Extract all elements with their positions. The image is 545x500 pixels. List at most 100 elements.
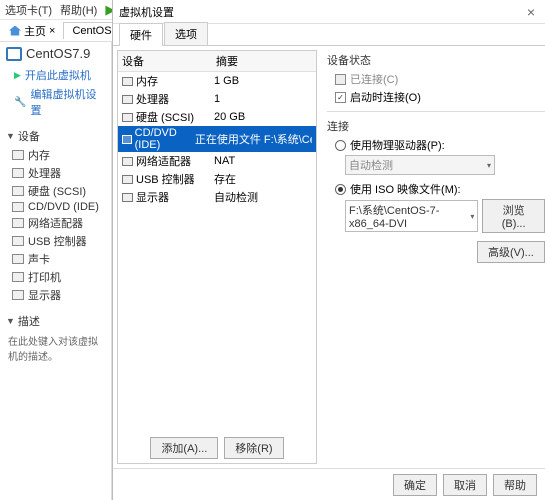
hardware-buttons: 添加(A)... 移除(R) xyxy=(118,433,316,463)
sound-icon xyxy=(12,254,24,264)
hw-row-disk[interactable]: 硬盘 (SCSI)20 GB xyxy=(118,108,316,126)
device-detail-panel: 设备状态 已连接(C) 启动时连接(O) 连接 使用物理驱动器(P): 自动检测… xyxy=(323,50,545,464)
checkbox-connected-label: 已连接(C) xyxy=(350,71,398,87)
usb-icon xyxy=(122,175,133,184)
dev-printer[interactable]: 打印机 xyxy=(12,269,105,285)
cpu-icon xyxy=(122,95,133,104)
net-icon xyxy=(12,218,24,228)
physical-drive-select: 自动检测 ▾ xyxy=(345,155,495,175)
dev-net[interactable]: 网络适配器 xyxy=(12,215,105,231)
browse-button[interactable]: 浏览(B)... xyxy=(482,199,544,233)
checkbox-icon xyxy=(335,74,346,85)
advanced-button[interactable]: 高级(V)... xyxy=(477,241,545,263)
settings-dialog: 虚拟机设置 × 硬件 选项 设备 摘要 内存1 GB 处理器1 硬盘 (SCSI… xyxy=(112,0,545,500)
wrench-icon: 🔧 xyxy=(14,97,26,108)
col-summary: 摘要 xyxy=(212,51,242,71)
tab-options[interactable]: 选项 xyxy=(164,22,208,45)
section-devices[interactable]: ▼ 设备 xyxy=(6,128,105,144)
dev-usb[interactable]: USB 控制器 xyxy=(12,233,105,249)
memory-icon xyxy=(12,150,24,160)
dialog-titlebar: 虚拟机设置 × xyxy=(113,0,545,24)
hardware-rows: 内存1 GB 处理器1 硬盘 (SCSI)20 GB CD/DVD (IDE)正… xyxy=(118,72,316,433)
link-edit-settings[interactable]: 🔧 编辑虚拟机设置 xyxy=(14,86,105,118)
dropdown-icon: ▾ xyxy=(487,161,491,170)
play-triangle-icon: ▶ xyxy=(14,70,21,81)
chevron-down-icon: ▼ xyxy=(6,131,15,141)
dialog-tabs: 硬件 选项 xyxy=(113,24,545,46)
help-button[interactable]: 帮助 xyxy=(493,474,537,496)
checkbox-connected[interactable]: 已连接(C) xyxy=(335,71,545,87)
disk-icon xyxy=(122,113,133,122)
physical-drive-value: 自动检测 xyxy=(349,157,393,173)
section-description[interactable]: ▼ 描述 xyxy=(6,313,105,329)
col-device: 设备 xyxy=(118,51,212,71)
iso-path-row: F:\系统\CentOS-7-x86_64-DVI ▾ 浏览(B)... xyxy=(345,199,545,233)
hardware-list-header: 设备 摘要 xyxy=(118,51,316,72)
tab-home-close-icon[interactable]: × xyxy=(49,25,55,37)
cpu-icon xyxy=(12,168,24,178)
dev-cpu[interactable]: 处理器 xyxy=(12,165,105,181)
dev-cd[interactable]: CD/DVD (IDE) xyxy=(12,201,105,213)
section-devices-label: 设备 xyxy=(18,128,40,144)
ok-button[interactable]: 确定 xyxy=(393,474,437,496)
radio-iso-file[interactable]: 使用 ISO 映像文件(M): xyxy=(335,181,545,197)
iso-path-select[interactable]: F:\系统\CentOS-7-x86_64-DVI ▾ xyxy=(345,200,478,232)
hw-row-cpu[interactable]: 处理器1 xyxy=(118,90,316,108)
section-description-label: 描述 xyxy=(18,313,40,329)
hw-row-net[interactable]: 网络适配器NAT xyxy=(118,152,316,170)
hardware-list: 设备 摘要 内存1 GB 处理器1 硬盘 (SCSI)20 GB CD/DVD … xyxy=(117,50,317,464)
vm-title-row: CentOS7.9 xyxy=(6,46,105,61)
dialog-body: 设备 摘要 内存1 GB 处理器1 硬盘 (SCSI)20 GB CD/DVD … xyxy=(113,46,545,468)
vm-title: CentOS7.9 xyxy=(26,46,90,61)
dev-disk[interactable]: 硬盘 (SCSI) xyxy=(12,183,105,199)
display-icon xyxy=(12,290,24,300)
cd-icon xyxy=(122,135,132,144)
cd-icon xyxy=(12,202,24,212)
divider xyxy=(327,111,545,112)
dialog-footer: 确定 取消 帮助 xyxy=(113,468,545,500)
checkbox-connect-on-power[interactable]: 启动时连接(O) xyxy=(335,89,545,105)
hw-row-cd[interactable]: CD/DVD (IDE)正在使用文件 F:\系统\CentO... xyxy=(118,126,316,152)
printer-icon xyxy=(12,272,24,282)
menu-options[interactable]: 选项卡(T) xyxy=(5,2,52,18)
chevron-down-icon: ▼ xyxy=(6,316,15,326)
close-icon[interactable]: × xyxy=(523,4,539,20)
hw-row-memory[interactable]: 内存1 GB xyxy=(118,72,316,90)
remove-button[interactable]: 移除(R) xyxy=(224,437,283,459)
description-text: 在此处键入对该虚拟机的描述。 xyxy=(8,333,105,363)
dev-memory[interactable]: 内存 xyxy=(12,147,105,163)
menu-help[interactable]: 帮助(H) xyxy=(60,2,97,18)
link-power-on[interactable]: ▶ 开启此虚拟机 xyxy=(14,67,105,83)
iso-path-value: F:\系统\CentOS-7-x86_64-DVI xyxy=(349,202,470,230)
net-icon xyxy=(122,157,133,166)
tab-home-label: 主页 xyxy=(24,23,46,39)
advanced-row: 高级(V)... xyxy=(327,241,545,263)
link-edit-settings-label: 编辑虚拟机设置 xyxy=(30,86,105,118)
hw-row-usb[interactable]: USB 控制器存在 xyxy=(118,170,316,188)
add-button[interactable]: 添加(A)... xyxy=(150,437,218,459)
usb-icon xyxy=(12,236,24,246)
vm-icon xyxy=(6,47,22,61)
radio-physical-label: 使用物理驱动器(P): xyxy=(350,137,445,153)
home-icon xyxy=(9,26,21,36)
tab-home[interactable]: 主页 × xyxy=(3,21,61,41)
group-status-title: 设备状态 xyxy=(327,52,545,68)
cancel-button[interactable]: 取消 xyxy=(443,474,487,496)
radio-iso-label: 使用 ISO 映像文件(M): xyxy=(350,181,461,197)
radio-icon xyxy=(335,140,346,151)
display-icon xyxy=(122,193,133,202)
checkbox-icon xyxy=(335,92,346,103)
link-power-on-label: 开启此虚拟机 xyxy=(25,67,91,83)
left-pane: CentOS7.9 ▶ 开启此虚拟机 🔧 编辑虚拟机设置 ▼ 设备 内存 处理器… xyxy=(0,42,112,500)
memory-icon xyxy=(122,77,133,86)
tab-hardware[interactable]: 硬件 xyxy=(119,23,163,46)
dev-display[interactable]: 显示器 xyxy=(12,287,105,303)
group-connection-title: 连接 xyxy=(327,118,545,134)
disk-icon xyxy=(12,186,24,196)
dialog-title: 虚拟机设置 xyxy=(119,4,174,20)
dev-sound[interactable]: 声卡 xyxy=(12,251,105,267)
hw-row-display[interactable]: 显示器自动检测 xyxy=(118,188,316,206)
checkbox-connect-on-power-label: 启动时连接(O) xyxy=(350,89,421,105)
radio-physical-drive[interactable]: 使用物理驱动器(P): xyxy=(335,137,545,153)
radio-icon xyxy=(335,184,346,195)
